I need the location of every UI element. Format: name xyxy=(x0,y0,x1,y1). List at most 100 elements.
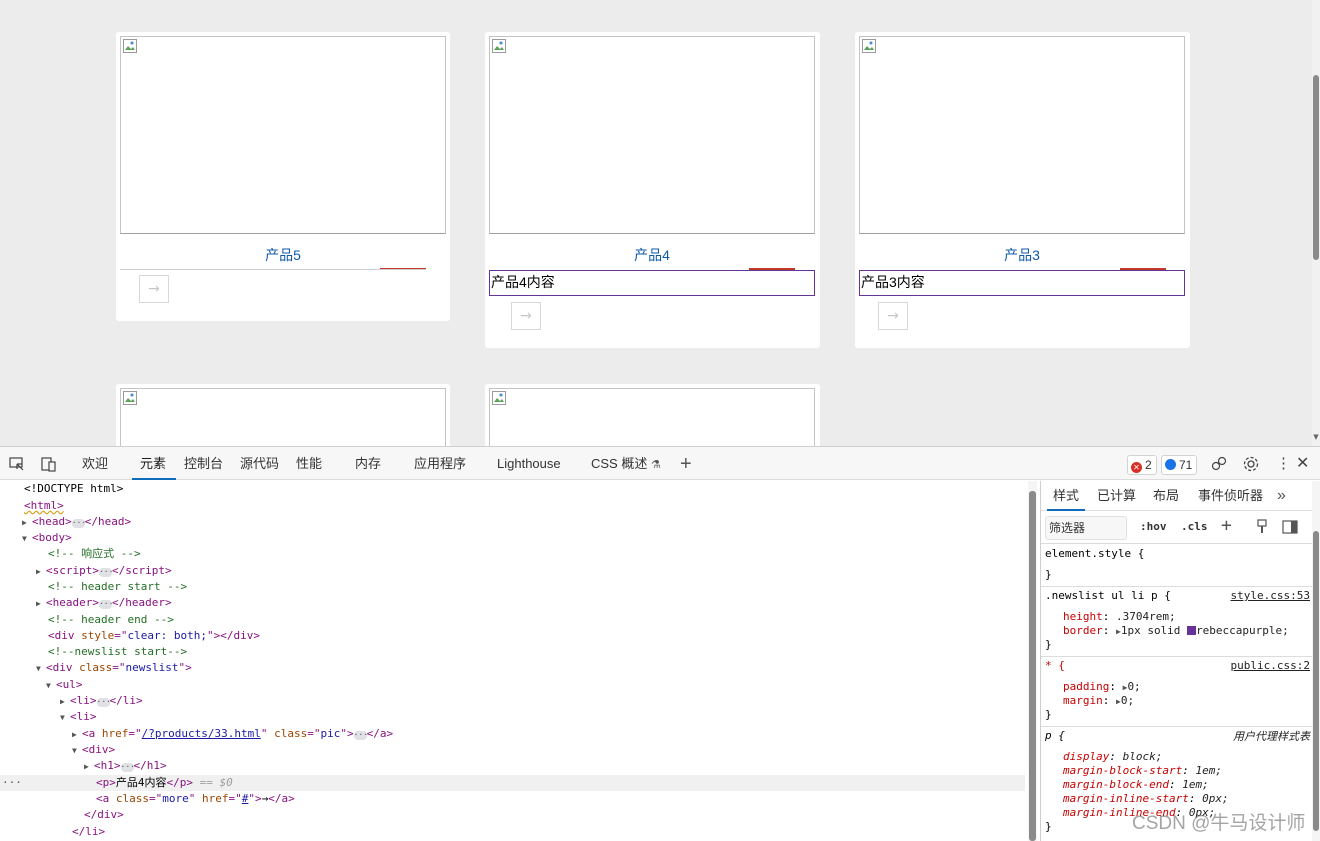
errors-badge[interactable]: ✕ 2 xyxy=(1127,455,1157,475)
scroll-down-arrow-icon[interactable]: ▼ xyxy=(1312,433,1320,441)
expand-triangle-icon[interactable]: ▶ xyxy=(36,596,46,612)
css-declaration[interactable]: border: ▶1px solid rebeccapurple; xyxy=(1063,624,1289,639)
product-image-link[interactable] xyxy=(489,36,815,234)
css-declaration[interactable]: margin-block-end: 1em; xyxy=(1063,778,1209,792)
collapsed-content-ellipsis-icon[interactable]: ··· xyxy=(98,600,113,609)
expand-triangle-icon[interactable]: ▶ xyxy=(22,515,32,531)
dom-node-line[interactable]: ▼ <div> xyxy=(0,742,1025,758)
rule-source-link[interactable]: style.css:53 xyxy=(1231,589,1310,602)
collapsed-content-ellipsis-icon[interactable]: ··· xyxy=(120,763,135,772)
styles-scrollbar[interactable] xyxy=(1312,481,1320,841)
page-scrollbar[interactable]: ▼ xyxy=(1312,0,1320,446)
css-declaration[interactable]: padding: ▶0; xyxy=(1063,680,1141,695)
dom-node-line[interactable]: <!-- 响应式 --> xyxy=(0,546,1025,562)
rule-selector[interactable]: p { xyxy=(1045,729,1065,743)
css-declaration[interactable]: margin-inline-start: 0px; xyxy=(1063,792,1229,806)
tab-sources[interactable]: 源代码 xyxy=(240,447,279,479)
dom-node-line[interactable]: <!-- header start --> xyxy=(0,579,1025,595)
collapse-triangle-icon[interactable]: ▼ xyxy=(22,531,32,547)
css-declaration[interactable]: margin-block-start: 1em; xyxy=(1063,764,1222,778)
css-declaration[interactable]: display: block; xyxy=(1063,750,1162,764)
product-title[interactable]: 产品4 xyxy=(485,245,819,265)
tab-performance[interactable]: 性能 xyxy=(296,447,322,479)
settings-gear-icon[interactable] xyxy=(1242,455,1260,473)
close-devtools-icon[interactable]: ✕ xyxy=(1296,447,1309,479)
more-link[interactable]: → xyxy=(511,302,541,330)
collapse-triangle-icon[interactable]: ▼ xyxy=(36,661,46,677)
add-tab-icon[interactable]: + xyxy=(680,447,692,479)
more-tabs-chevron-icon[interactable]: » xyxy=(1277,481,1286,511)
dom-node-line[interactable]: </div> xyxy=(0,807,1025,823)
collapsed-content-ellipsis-icon[interactable]: ··· xyxy=(71,519,86,528)
more-link[interactable]: → xyxy=(878,302,908,330)
scrollbar-thumb[interactable] xyxy=(1029,491,1036,841)
device-emulation-icon[interactable] xyxy=(40,455,58,473)
css-declaration[interactable]: margin: ▶0; xyxy=(1063,694,1134,709)
tab-computed[interactable]: 已计算 xyxy=(1097,481,1136,511)
cls-toggle[interactable]: .cls xyxy=(1181,520,1208,533)
dom-node-line[interactable]: ▼ <div class="newslist"> xyxy=(0,660,1025,676)
dom-node-line[interactable]: <a class="more" href="#">→</a> xyxy=(0,791,1025,807)
collapsed-content-ellipsis-icon[interactable]: ··· xyxy=(98,568,113,577)
tab-memory[interactable]: 内存 xyxy=(355,447,381,479)
collapse-triangle-icon[interactable]: ▼ xyxy=(60,710,70,726)
scrollbar-thumb[interactable] xyxy=(1313,75,1319,260)
product-image-link[interactable] xyxy=(120,388,446,446)
collapse-triangle-icon[interactable]: ▼ xyxy=(72,743,82,759)
more-link[interactable]: → xyxy=(139,275,169,303)
dom-scrollbar[interactable] xyxy=(1028,481,1037,841)
node-actions-ellipsis-icon[interactable]: ··· xyxy=(2,775,22,791)
expand-triangle-icon[interactable]: ▶ xyxy=(60,694,70,710)
collapsed-content-ellipsis-icon[interactable]: ··· xyxy=(96,698,111,707)
rule-selector[interactable]: * { xyxy=(1045,659,1065,673)
dom-node-line[interactable]: <!-- header end --> xyxy=(0,612,1025,628)
rule-source-link[interactable]: public.css:2 xyxy=(1231,659,1310,672)
dom-node-line[interactable]: ▶ <a href="/?products/33.html" class="pic… xyxy=(0,726,1025,742)
dom-node-line[interactable]: ▶ <li>···</li> xyxy=(0,693,1025,709)
tab-welcome[interactable]: 欢迎 xyxy=(82,447,108,479)
css-declaration[interactable]: height: .3704rem; xyxy=(1063,610,1176,624)
dom-node-line[interactable]: </li> xyxy=(0,824,1025,840)
collapsed-content-ellipsis-icon[interactable]: ··· xyxy=(353,731,368,740)
inspect-element-icon[interactable] xyxy=(8,455,26,473)
hov-toggle[interactable]: :hov xyxy=(1140,520,1167,533)
dom-node-line[interactable]: <div style="clear: both;"></div> xyxy=(0,628,1025,644)
new-rule-plus-icon[interactable]: + xyxy=(1221,515,1232,536)
product-image-link[interactable] xyxy=(120,36,446,234)
styles-filter-input[interactable]: 筛选器 xyxy=(1045,516,1127,540)
connections-icon[interactable] xyxy=(1210,455,1228,473)
collapse-triangle-icon[interactable]: ▼ xyxy=(46,678,56,694)
dom-node-line[interactable]: ▼ <body> xyxy=(0,530,1025,546)
element-style-selector[interactable]: element.style { xyxy=(1045,547,1144,561)
dom-node-line[interactable]: ▼ <ul> xyxy=(0,677,1025,693)
dom-node-line[interactable]: <html> xyxy=(0,498,1025,514)
dom-node-line[interactable]: <!DOCTYPE html> xyxy=(0,481,1025,497)
dom-node-line[interactable]: ▶ <script>···</script> xyxy=(0,563,1025,579)
tab-layout[interactable]: 布局 xyxy=(1153,481,1179,511)
tab-styles[interactable]: 样式 xyxy=(1046,481,1086,511)
tab-console[interactable]: 控制台 xyxy=(184,447,223,479)
paint-brush-icon[interactable] xyxy=(1255,519,1269,535)
tab-event-listeners[interactable]: 事件侦听器 xyxy=(1198,481,1263,511)
product-image-link[interactable] xyxy=(489,388,815,446)
rule-selector[interactable]: .newslist ul li p { xyxy=(1045,589,1171,603)
product-image-link[interactable] xyxy=(859,36,1185,234)
color-swatch[interactable] xyxy=(1187,626,1197,635)
more-options-icon[interactable]: ⋮ xyxy=(1276,447,1291,479)
elements-dom-tree[interactable]: <!DOCTYPE html> <html> ▶ <head>···</head> ▼ <… xyxy=(0,481,1025,841)
scrollbar-thumb[interactable] xyxy=(1313,531,1319,831)
dom-node-line[interactable]: ▶ <header>···</header> xyxy=(0,595,1025,611)
tab-css-overview[interactable]: CSS 概述 ⚗ xyxy=(591,447,661,479)
tab-application[interactable]: 应用程序 xyxy=(414,447,466,479)
dom-node-line[interactable]: ▼ <li> xyxy=(0,709,1025,725)
product-title[interactable]: 产品5 xyxy=(116,245,450,265)
dom-node-line[interactable]: ▶ <h1>···</h1> xyxy=(0,758,1025,774)
product-title[interactable]: 产品3 xyxy=(855,245,1189,265)
messages-badge[interactable]: 71 xyxy=(1161,455,1198,475)
tab-elements[interactable]: 元素 xyxy=(131,447,177,480)
tab-lighthouse[interactable]: Lighthouse xyxy=(497,447,561,479)
dom-node-line[interactable]: <!--newslist start--> xyxy=(0,644,1025,660)
expand-triangle-icon[interactable]: ▶ xyxy=(84,759,94,775)
dom-node-line[interactable]: ▶ <head>···</head> xyxy=(0,514,1025,530)
dom-node-line[interactable]: ··· <p>产品4内容</p> == $0 xyxy=(0,775,1025,791)
